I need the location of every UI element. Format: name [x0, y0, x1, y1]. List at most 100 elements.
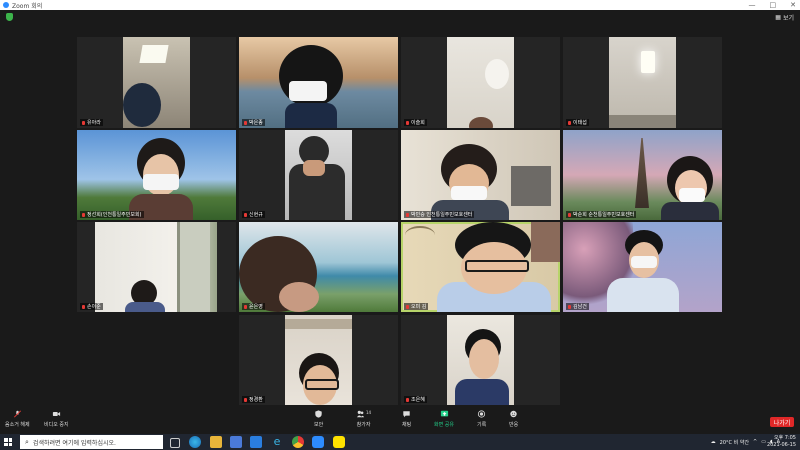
mic-muted-icon	[244, 304, 247, 309]
mic-muted-icon	[82, 304, 85, 309]
smiley-icon	[510, 410, 517, 418]
chrome-icon[interactable]	[292, 436, 304, 448]
zoom-taskbar-icon[interactable]	[312, 436, 324, 448]
taskbar-clock[interactable]: 오후 7:05 2021-06-15	[767, 435, 796, 449]
mic-muted-icon	[568, 304, 571, 309]
mic-muted-icon	[406, 120, 409, 125]
participant-video	[563, 222, 722, 312]
record-button[interactable]: 기록	[477, 410, 486, 428]
video-camera-icon	[52, 412, 60, 416]
mic-muted-icon	[406, 212, 409, 217]
participant-tile[interactable]: 박민승 인천통일주민보호센터	[401, 130, 560, 220]
participant-video	[285, 130, 352, 220]
participant-name-label: 박순희 순천통일주민보호센터	[566, 211, 637, 218]
mic-muted-icon	[244, 397, 247, 402]
mic-muted-icon	[244, 212, 247, 217]
participant-name-label: 김남건	[566, 303, 589, 310]
security-button[interactable]: 보안	[314, 410, 323, 428]
participant-tile[interactable]: 박은종	[239, 37, 398, 128]
participant-name-label: 조은혜	[404, 396, 427, 403]
chat-button[interactable]: 채팅	[402, 410, 411, 428]
file-explorer-icon[interactable]	[210, 436, 222, 448]
shield-icon	[315, 410, 322, 418]
share-screen-label: 화면 공유	[434, 422, 454, 428]
participant-name-label: 유아라	[80, 119, 103, 126]
participant-tile[interactable]: 김남건	[563, 222, 722, 312]
participant-tile[interactable]: 신현규	[239, 130, 398, 220]
cloud-icon: ☁	[710, 439, 716, 445]
stop-video-button[interactable]: 비디오 중지	[44, 410, 69, 428]
participant-video	[239, 222, 398, 312]
store-icon[interactable]	[230, 436, 242, 448]
mic-muted-icon	[406, 397, 409, 402]
record-icon	[477, 410, 486, 418]
security-shield-icon[interactable]	[6, 13, 13, 21]
unmute-button[interactable]: 음소거 해제	[5, 410, 30, 428]
participant-video	[123, 37, 190, 128]
search-icon: ⌕	[25, 437, 29, 446]
edge-browser-icon[interactable]	[189, 436, 201, 448]
participant-video	[609, 37, 676, 128]
chat-label: 채팅	[402, 422, 412, 428]
participant-tile[interactable]: 정선희(인천통일주민보회)	[77, 130, 236, 220]
window-titlebar: Zoom 회의 — □ ✕	[0, 0, 800, 10]
share-screen-button[interactable]: 화면 공유	[434, 410, 454, 428]
minimize-button[interactable]: —	[749, 0, 756, 10]
participant-video	[401, 130, 560, 220]
participant-video	[285, 315, 352, 405]
chevron-up-icon[interactable]: ^	[753, 439, 757, 445]
participant-tile[interactable]: 유아라	[77, 37, 236, 128]
participants-label: 참가자	[356, 422, 371, 428]
participant-name-label: 윤은영	[242, 303, 265, 310]
participant-tile[interactable]: 정경환	[239, 315, 398, 405]
maximize-button[interactable]: □	[770, 0, 777, 10]
windows-start-icon[interactable]	[4, 438, 12, 446]
participant-tile[interactable]: 이슬희	[401, 37, 560, 128]
share-screen-icon	[440, 410, 448, 417]
view-button[interactable]: ▦ 보기	[775, 13, 794, 22]
unmute-label: 음소거 해제	[5, 422, 30, 428]
participant-name-label: 오미 김	[404, 303, 429, 310]
taskbar-search-placeholder: 검색하려면 여기에 입력하십시오.	[32, 439, 116, 447]
participant-tile[interactable]: 손이준	[77, 222, 236, 312]
participant-name-label: 이슬희	[404, 119, 427, 126]
security-label: 보안	[314, 422, 324, 428]
participant-video	[447, 37, 514, 128]
grid-icon: ▦	[775, 14, 781, 21]
mic-muted-icon	[82, 212, 85, 217]
meeting-controls-bar: 음소거 해제 비디오 중지 보안 14 참가자 채팅 화면 공유 기록 반응	[0, 406, 800, 434]
participant-name-label: 이태섭	[566, 119, 589, 126]
view-button-label: 보기	[782, 15, 794, 22]
mail-icon[interactable]	[250, 436, 262, 448]
participant-name-label: 박민승 인천통일주민보호센터	[404, 211, 475, 218]
reactions-label: 반응	[509, 422, 519, 428]
meeting-topbar	[0, 10, 800, 26]
clock-date: 2021-06-15	[766, 442, 796, 448]
participant-tile[interactable]: 박순희 순천통일주민보호센터	[563, 130, 722, 220]
chat-bubble-icon	[403, 411, 410, 418]
weather-text[interactable]: 20°C 비 약간	[720, 439, 749, 446]
participant-tile[interactable]: 윤은영	[239, 222, 398, 312]
network-icon[interactable]: ▭	[761, 439, 766, 445]
mic-muted-icon	[568, 120, 571, 125]
close-window-button[interactable]: ✕	[790, 0, 796, 10]
participant-video	[447, 315, 514, 405]
leave-meeting-button[interactable]: 나가기	[770, 417, 794, 427]
taskbar-search-box[interactable]: ⌕ 검색하려면 여기에 입력하십시오.	[20, 435, 163, 449]
kakaotalk-icon[interactable]	[333, 436, 345, 448]
participant-tile[interactable]: 이태섭	[563, 37, 722, 128]
reactions-button[interactable]: 반응	[509, 410, 518, 428]
participant-video	[95, 222, 217, 312]
task-view-icon[interactable]	[170, 438, 180, 448]
participant-tile-active-speaker[interactable]: 오미 김	[401, 222, 560, 312]
mic-muted-icon	[406, 304, 409, 309]
participants-count: 14	[366, 410, 372, 415]
window-title: Zoom 회의	[12, 2, 43, 10]
participant-tile[interactable]: 조은혜	[401, 315, 560, 405]
windows-taskbar: ⌕ 검색하려면 여기에 입력하십시오. e ☁ 20°C 비 약간 ^ ▭ ◖ …	[0, 434, 800, 450]
internet-explorer-icon[interactable]: e	[271, 436, 283, 448]
zoom-app-icon	[3, 2, 9, 8]
mic-muted-icon	[244, 120, 247, 125]
participants-button[interactable]: 14 참가자	[356, 410, 371, 428]
participant-name-label: 손이준	[80, 303, 103, 310]
